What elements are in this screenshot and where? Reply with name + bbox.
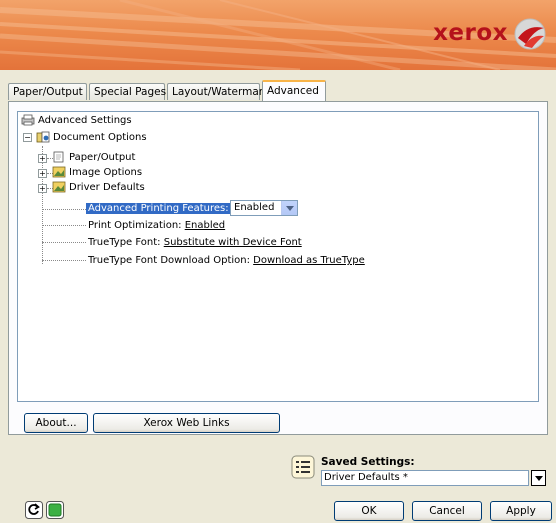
tab-layout-watermark[interactable]: Layout/Watermark (167, 83, 269, 100)
tab-paper-output[interactable]: Paper/Output (8, 83, 87, 100)
print-optimization-value[interactable]: Enabled (185, 220, 225, 231)
apply-button[interactable]: Apply (490, 501, 552, 521)
advanced-printing-features-select[interactable]: Enabled (230, 200, 298, 216)
print-optimization-label: Print Optimization: (88, 220, 185, 231)
tree-connector (42, 146, 43, 264)
printer-icon (21, 114, 35, 126)
tab-advanced[interactable]: Advanced (262, 80, 326, 101)
expand-icon[interactable]: + (38, 184, 47, 193)
tree-connector (42, 209, 86, 210)
image-options-icon (52, 166, 66, 178)
xerox-banner: xerox (0, 0, 556, 70)
tree-connector (42, 225, 86, 226)
tree-item-truetype-font[interactable]: TrueType Font: Substitute with Device Fo… (88, 236, 302, 250)
tree-item-advanced-settings[interactable]: Advanced Settings (38, 114, 132, 128)
about-button[interactable]: About... (24, 413, 88, 433)
xerox-logo-icon (514, 18, 546, 50)
tree-connector (42, 242, 86, 243)
xerox-web-links-button[interactable]: Xerox Web Links (93, 413, 280, 433)
expand-icon[interactable]: + (38, 169, 47, 178)
truetype-font-value[interactable]: Substitute with Device Font (164, 237, 302, 248)
tab-special-pages[interactable]: Special Pages (89, 83, 166, 100)
restore-icon[interactable] (25, 501, 43, 519)
chevron-down-icon[interactable] (281, 201, 297, 215)
paper-output-icon (53, 151, 64, 163)
truetype-download-value[interactable]: Download as TrueType (253, 255, 365, 266)
tree-connector (42, 260, 86, 261)
tree-item-driver-defaults[interactable]: Driver Defaults (69, 181, 145, 195)
truetype-download-label: TrueType Font Download Option: (88, 255, 254, 266)
chevron-down-icon[interactable] (531, 470, 546, 486)
tree-item-advanced-printing-features[interactable]: Advanced Printing Features: (86, 202, 231, 216)
expand-icon[interactable]: + (38, 154, 47, 163)
advanced-printing-features-value: Enabled (234, 202, 275, 213)
document-options-icon (36, 131, 50, 143)
tree-item-paper-output[interactable]: Paper/Output (69, 151, 135, 165)
tree-item-document-options[interactable]: Document Options (53, 131, 147, 145)
saved-settings-label: Saved Settings: (321, 456, 415, 468)
tree-item-print-optimization[interactable]: Print Optimization: Enabled (88, 219, 225, 233)
truetype-font-label: TrueType Font: (88, 237, 164, 248)
ok-button[interactable]: OK (334, 501, 404, 521)
saved-settings-icon (291, 455, 315, 479)
driver-defaults-icon (52, 181, 66, 193)
status-icon[interactable] (46, 501, 64, 519)
tree-item-truetype-download-option[interactable]: TrueType Font Download Option: Download … (88, 254, 365, 268)
advanced-printing-features-label: Advanced Printing Features: (86, 203, 231, 214)
collapse-icon[interactable]: − (23, 133, 32, 142)
cancel-button[interactable]: Cancel (412, 501, 482, 521)
tree-item-image-options[interactable]: Image Options (69, 166, 142, 180)
xerox-logo-text: xerox (433, 20, 508, 46)
saved-settings-select[interactable]: Driver Defaults * (321, 470, 529, 486)
